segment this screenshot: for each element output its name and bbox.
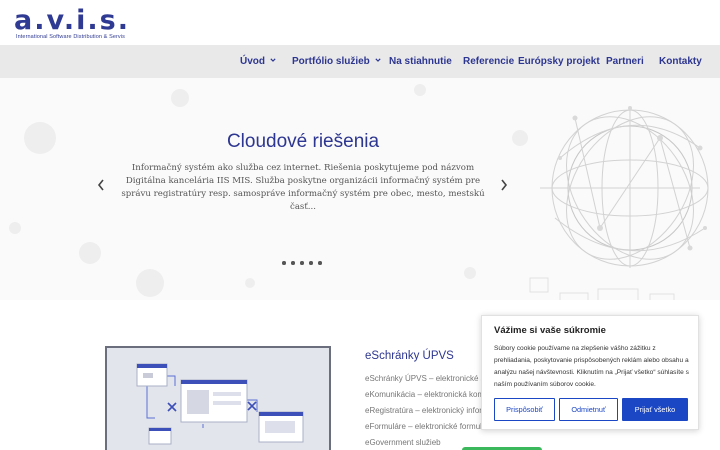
hero-description: Informačný systém ako služba cez interne… (121, 163, 485, 212)
main-navigation: Úvod Portfólio služieb Na stiahnutie Ref… (0, 45, 720, 78)
service-line: eKomunikácia – elektronická komunikácia (365, 390, 495, 399)
slide-dot[interactable] (309, 261, 313, 265)
chevron-down-icon (270, 58, 276, 62)
avis-logo[interactable]: a.v.i.s. International Software Distribu… (14, 7, 134, 43)
nav-item-label: Portfólio služieb (292, 56, 370, 67)
nav-item-partneri[interactable]: Partneri (606, 45, 644, 78)
nav-item-kontakty[interactable]: Kontakty (659, 45, 702, 78)
nav-item-label: Kontakty (659, 56, 702, 67)
nav-item-europsky-projekt[interactable]: Európsky projekt (518, 45, 600, 78)
chevron-down-icon (375, 58, 381, 62)
logo-mark: a.v.i.s. (14, 5, 130, 36)
service-title: eSchránky ÚPVS (365, 350, 454, 362)
customize-button[interactable]: Prispôsobiť (494, 398, 555, 421)
service-line: eRegistratúra – elektronický informačný … (365, 406, 495, 415)
site-header: a.v.i.s. International Software Distribu… (0, 0, 720, 45)
chevron-right-icon[interactable] (498, 177, 510, 193)
document-flow-icon (136, 363, 304, 445)
nav-item-label: Úvod (240, 56, 265, 67)
cookie-consent-dialog: Vážime si vaše súkromie Súbory cookie po… (481, 315, 699, 430)
nav-item-label: Na stiahnutie (389, 56, 452, 67)
nav-item-label: Európsky projekt (518, 56, 600, 67)
logo-tagline: International Software Distribution & Se… (16, 34, 125, 40)
nav-item-label: Referencie (463, 56, 515, 67)
hero-title: Cloudové riešenia (226, 131, 380, 152)
nav-item-uvod[interactable]: Úvod (240, 45, 276, 78)
slide-dot[interactable] (318, 261, 322, 265)
reject-button[interactable]: Odmietnuť (559, 398, 618, 421)
hero-slider: Cloudové riešenia Informačný systém ako … (0, 78, 720, 300)
service-list: eSchránky ÚPVS – elektronické schránky e… (365, 371, 495, 450)
nav-item-na-stiahnutie[interactable]: Na stiahnutie (389, 45, 452, 78)
slider-pagination (282, 261, 326, 267)
slide-dot[interactable] (300, 261, 304, 265)
nav-item-portfolio[interactable]: Portfólio služieb (292, 45, 381, 78)
service-line: eSchránky ÚPVS – elektronické schránky (365, 374, 495, 383)
cookie-title: Vážime si vaše súkromie (494, 325, 606, 336)
nav-item-label: Partneri (606, 56, 644, 67)
service-line: eFormuláre – elektronické formuláre (365, 422, 494, 431)
accept-all-button[interactable]: Prijať všetko (622, 398, 688, 421)
cookie-description: Súbory cookie používame na zlepšenie váš… (494, 345, 689, 388)
eschranky-illustration (105, 346, 331, 450)
chevron-left-icon[interactable] (95, 177, 107, 193)
slide-dot[interactable] (282, 261, 286, 265)
slide-dot[interactable] (291, 261, 295, 265)
nav-item-referencie[interactable]: Referencie (463, 45, 514, 78)
